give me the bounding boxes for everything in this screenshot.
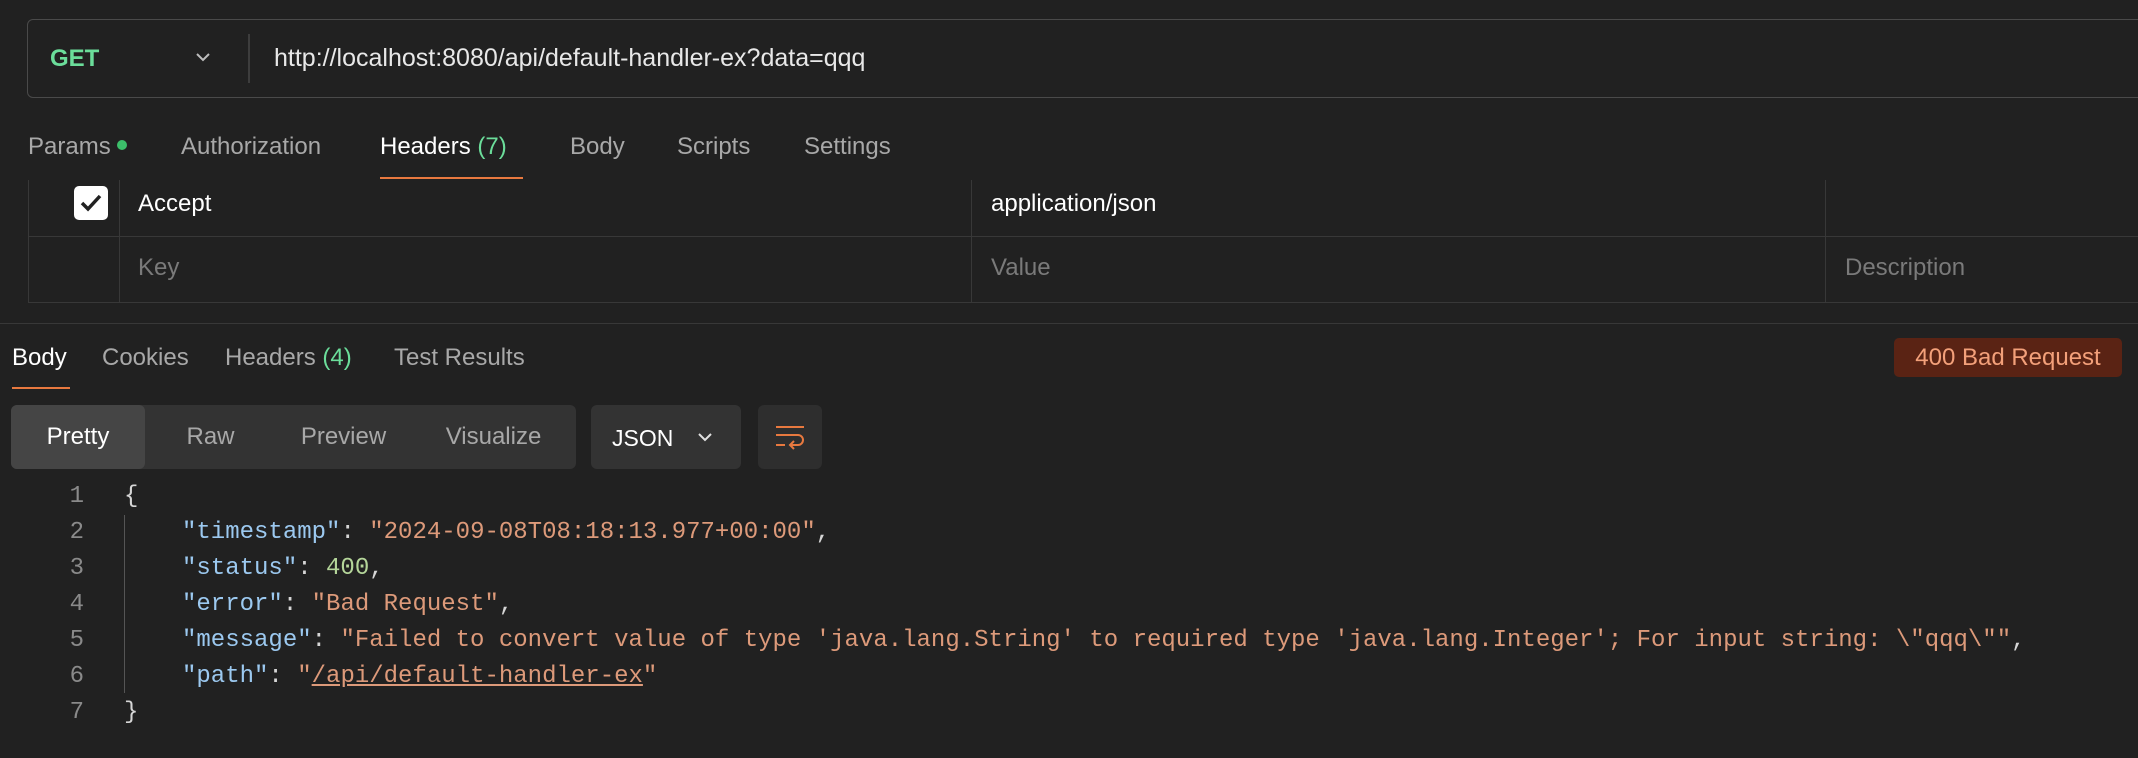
tab-body[interactable]: Body (570, 133, 625, 161)
format-raw-button[interactable]: Raw (145, 405, 276, 469)
json-quote: " (642, 663, 658, 690)
indent-guide (124, 515, 125, 693)
new-key-input[interactable]: Key (138, 254, 179, 282)
line-number: 4 (69, 591, 84, 618)
header-value-cell[interactable]: application/json (991, 190, 1156, 218)
code-line-2: "timestamp": "2024-09-08T08:18:13.977+00… (182, 519, 831, 546)
json-number-value: 400 (326, 555, 370, 582)
json-string-value: "Bad Request" (311, 591, 499, 618)
code-line-4: "error": "Bad Request", (182, 591, 514, 618)
params-indicator-dot (116, 139, 127, 150)
response-tab-headers-label: Headers (225, 344, 316, 371)
tab-headers[interactable]: Headers (7) (380, 133, 507, 161)
json-key: "path" (182, 663, 269, 690)
json-brace: { (124, 483, 139, 510)
header-key-cell[interactable]: Accept (138, 190, 211, 218)
response-tab-test-results[interactable]: Test Results (394, 344, 525, 372)
code-line-3: "status": 400, (182, 555, 384, 582)
format-pretty-button[interactable]: Pretty (11, 405, 145, 469)
table-column-divider (971, 180, 972, 303)
active-tab-indicator (380, 177, 523, 179)
tab-headers-count: (7) (477, 133, 507, 160)
header-enabled-checkbox[interactable] (74, 186, 108, 220)
json-string-value: "2024-09-08T08:18:13.977+00:00" (369, 519, 816, 546)
url-bar: GET http://localhost:8080/api/default-ha… (27, 19, 2138, 98)
language-select[interactable]: JSON (591, 405, 741, 469)
json-key: "message" (182, 627, 312, 654)
line-number: 2 (69, 519, 84, 546)
tab-authorization[interactable]: Authorization (181, 133, 321, 161)
tab-scripts[interactable]: Scripts (677, 133, 750, 161)
format-visualize-button[interactable]: Visualize (411, 405, 576, 469)
response-tab-body[interactable]: Body (12, 344, 67, 372)
line-number: 7 (69, 699, 84, 726)
active-response-tab-indicator (12, 387, 70, 389)
json-string-value: "Failed to convert value of type 'java.l… (340, 627, 2012, 654)
wrap-lines-button[interactable] (758, 405, 822, 469)
table-left-border (28, 180, 29, 303)
json-brace: } (124, 699, 139, 726)
code-line-1: { (124, 483, 138, 510)
chevron-down-icon[interactable] (194, 48, 212, 66)
json-key: "timestamp" (182, 519, 341, 546)
response-tab-headers-count: (4) (322, 344, 352, 371)
line-number: 1 (69, 483, 84, 510)
table-column-divider (119, 180, 120, 303)
url-divider (248, 34, 250, 83)
checkmark-icon (80, 194, 102, 212)
json-key: "status" (182, 555, 298, 582)
table-column-divider (1825, 180, 1826, 303)
tab-settings[interactable]: Settings (804, 133, 891, 161)
tab-params[interactable]: Params (28, 133, 127, 161)
path-link[interactable]: /api/default-handler-ex (312, 663, 643, 690)
json-key: "error" (182, 591, 283, 618)
line-number: 6 (69, 663, 84, 690)
line-number: 5 (69, 627, 84, 654)
response-tab-headers[interactable]: Headers (4) (225, 344, 352, 372)
method-selector[interactable]: GET (50, 45, 99, 73)
line-number: 3 (69, 555, 84, 582)
table-row-divider (28, 236, 2138, 237)
new-value-input[interactable]: Value (991, 254, 1051, 282)
json-quote: " (297, 663, 312, 690)
language-select-label: JSON (612, 425, 674, 451)
format-preview-button[interactable]: Preview (276, 405, 411, 469)
pane-divider[interactable] (0, 323, 2138, 324)
tab-params-label: Params (28, 133, 111, 160)
response-tab-cookies[interactable]: Cookies (102, 344, 189, 372)
tab-headers-label: Headers (380, 133, 471, 160)
code-line-5: "message": "Failed to convert value of t… (182, 627, 2026, 654)
code-line-7: } (124, 699, 138, 726)
url-input[interactable]: http://localhost:8080/api/default-handle… (274, 44, 865, 73)
table-bottom-border (28, 302, 2138, 303)
new-description-input[interactable]: Description (1845, 254, 1965, 282)
status-badge[interactable]: 400 Bad Request (1894, 338, 2122, 377)
chevron-down-icon (698, 433, 712, 442)
format-toggle-group: Pretty Raw Preview Visualize (11, 405, 576, 469)
code-line-6: "path": "/api/default-handler-ex" (182, 663, 658, 690)
wrap-lines-icon (776, 426, 804, 450)
